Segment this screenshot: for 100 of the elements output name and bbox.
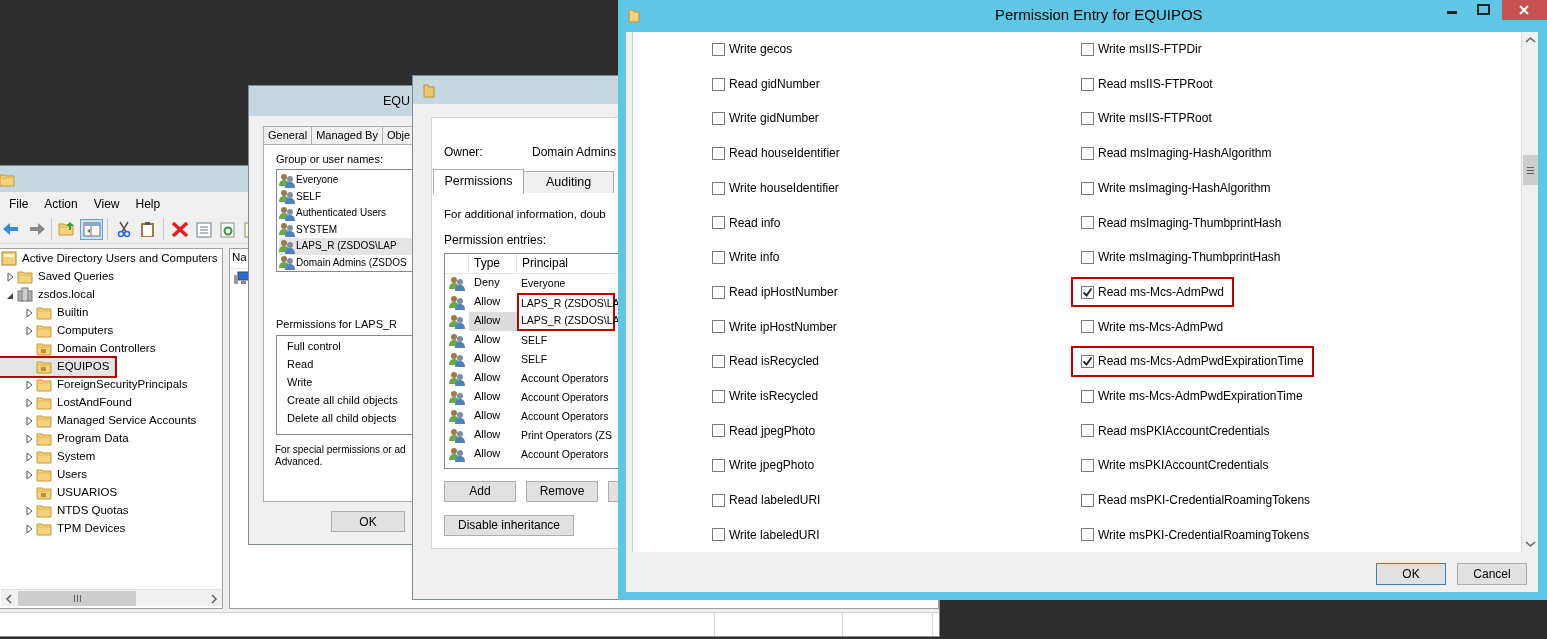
table-cell[interactable]: Allow xyxy=(469,406,517,426)
checkbox-label: Read jpegPhoto xyxy=(729,423,816,438)
table-cell[interactable]: Allow xyxy=(469,425,517,445)
checkbox[interactable] xyxy=(712,250,725,264)
tab[interactable]: General xyxy=(263,126,313,144)
permission-label: Delete all child objects xyxy=(287,412,397,427)
checkbox[interactable] xyxy=(712,112,725,126)
checkbox[interactable] xyxy=(712,42,725,56)
checkbox[interactable] xyxy=(712,320,725,334)
tree-item[interactable]: LostAndFound xyxy=(1,393,138,412)
disable-inheritance-button[interactable]: Disable inheritance xyxy=(444,514,574,536)
tab[interactable]: Permissions xyxy=(433,169,524,195)
group-icon xyxy=(449,294,465,310)
folder-document-icon xyxy=(36,359,52,375)
checkbox[interactable] xyxy=(1081,216,1094,230)
tree-item[interactable]: EQUIPOS xyxy=(0,357,116,376)
table-cell[interactable]: Allow xyxy=(469,292,517,312)
checkbox[interactable] xyxy=(712,216,725,230)
checkbox[interactable] xyxy=(1081,528,1094,542)
checkbox-label: Read msImaging-ThumbprintHash xyxy=(1098,215,1282,230)
group-icon xyxy=(449,332,465,348)
folder-icon xyxy=(36,395,52,411)
table-cell[interactable]: Allow xyxy=(469,368,517,388)
remove-button[interactable]: Remove xyxy=(526,480,598,502)
checkbox[interactable] xyxy=(1081,77,1094,91)
ok-button[interactable]: OK xyxy=(1376,563,1446,585)
expand-arrow-icon xyxy=(25,379,33,390)
checkbox-label: Write ipHostNumber xyxy=(729,319,837,334)
group-icon xyxy=(449,427,465,443)
checkbox[interactable] xyxy=(1081,146,1094,160)
tree-item[interactable]: Users xyxy=(1,465,94,484)
menu-item[interactable]: Action xyxy=(38,194,84,214)
console-icon xyxy=(1,251,17,267)
tree-item[interactable]: Computers xyxy=(1,321,120,340)
tree-item[interactable]: Program Data xyxy=(1,429,135,448)
folder-icon xyxy=(36,431,52,447)
table-cell[interactable]: Allow xyxy=(469,330,517,350)
tree-item[interactable]: USUARIOS xyxy=(1,483,124,502)
menu-item[interactable]: Help xyxy=(129,194,167,214)
checkbox[interactable] xyxy=(712,354,725,368)
column-header[interactable]: Type xyxy=(469,253,517,274)
checkbox[interactable] xyxy=(712,77,725,91)
checkbox[interactable] xyxy=(712,285,725,299)
tree-item[interactable]: zsdos.local xyxy=(1,285,101,304)
scrollbar-thumb[interactable] xyxy=(18,590,136,606)
checkbox[interactable] xyxy=(712,424,725,438)
tab[interactable]: Auditing xyxy=(523,171,614,194)
checkbox[interactable] xyxy=(1081,389,1094,403)
info-text: For additional information, doub xyxy=(444,208,606,223)
checkbox-label: Write msPKI-CredentialRoamingTokens xyxy=(1098,527,1310,542)
add-button[interactable]: Add xyxy=(444,480,516,502)
menu-item[interactable]: View xyxy=(87,194,126,214)
tree-item[interactable]: ForeignSecurityPrincipals xyxy=(1,375,194,394)
checkbox[interactable] xyxy=(712,528,725,542)
tree-item[interactable]: Active Directory Users and Computers xyxy=(1,249,222,268)
window-title: EQU xyxy=(383,93,411,109)
folder-icon xyxy=(36,467,52,483)
cancel-button[interactable]: Cancel xyxy=(1457,563,1527,585)
checkbox[interactable] xyxy=(712,146,725,160)
tree-item[interactable]: NTDS Quotas xyxy=(1,501,135,520)
column-header[interactable]: Na xyxy=(232,251,247,266)
checkbox[interactable] xyxy=(1081,493,1094,507)
table-cell[interactable]: Allow xyxy=(469,349,517,369)
checkbox[interactable] xyxy=(712,493,725,507)
checkbox[interactable] xyxy=(1081,42,1094,56)
checkbox[interactable] xyxy=(1081,112,1094,126)
table-cell[interactable]: Deny xyxy=(469,273,517,293)
folder-icon xyxy=(628,7,640,23)
checkbox-label: Read msPKI-CredentialRoamingTokens xyxy=(1098,492,1311,508)
section-label: Group or user names: xyxy=(276,153,383,167)
checkbox[interactable] xyxy=(1081,181,1094,195)
tree-item[interactable]: Saved Queries xyxy=(1,267,121,286)
checkbox[interactable] xyxy=(1081,424,1094,438)
checkbox[interactable] xyxy=(1081,458,1094,472)
checkbox-label: Read ms-Mcs-AdmPwdExpirationTime xyxy=(1098,354,1304,369)
table-cell[interactable]: Allow xyxy=(469,444,517,464)
group-icon xyxy=(279,189,295,205)
close-icon[interactable] xyxy=(1502,0,1547,20)
checkbox[interactable] xyxy=(1081,320,1094,334)
tree-item[interactable]: System xyxy=(1,447,102,466)
scrollbar-thumb[interactable] xyxy=(1523,155,1538,185)
table-cell[interactable]: Allow xyxy=(469,387,517,407)
checkbox[interactable] xyxy=(1081,250,1094,264)
permission-label: Create all child objects xyxy=(287,394,398,409)
tree-item[interactable]: Domain Controllers xyxy=(1,339,162,358)
group-icon xyxy=(449,408,465,424)
table-cell[interactable]: Allow xyxy=(469,311,517,331)
checkbox[interactable] xyxy=(712,181,725,195)
menu-item[interactable]: File xyxy=(3,194,35,214)
tree-item[interactable]: TPM Devices xyxy=(1,519,132,538)
tree-item[interactable]: Managed Service Accounts xyxy=(1,411,203,430)
checkbox[interactable] xyxy=(712,389,725,403)
checkbox[interactable] xyxy=(1081,354,1094,368)
checkbox[interactable] xyxy=(712,458,725,472)
tab[interactable]: Managed By xyxy=(311,126,383,144)
expand-arrow-icon xyxy=(25,307,33,318)
checkbox[interactable] xyxy=(1081,285,1094,299)
expand-arrow-icon xyxy=(25,505,33,516)
ok-button[interactable]: OK xyxy=(331,511,405,532)
tree-item[interactable]: Builtin xyxy=(1,303,95,322)
